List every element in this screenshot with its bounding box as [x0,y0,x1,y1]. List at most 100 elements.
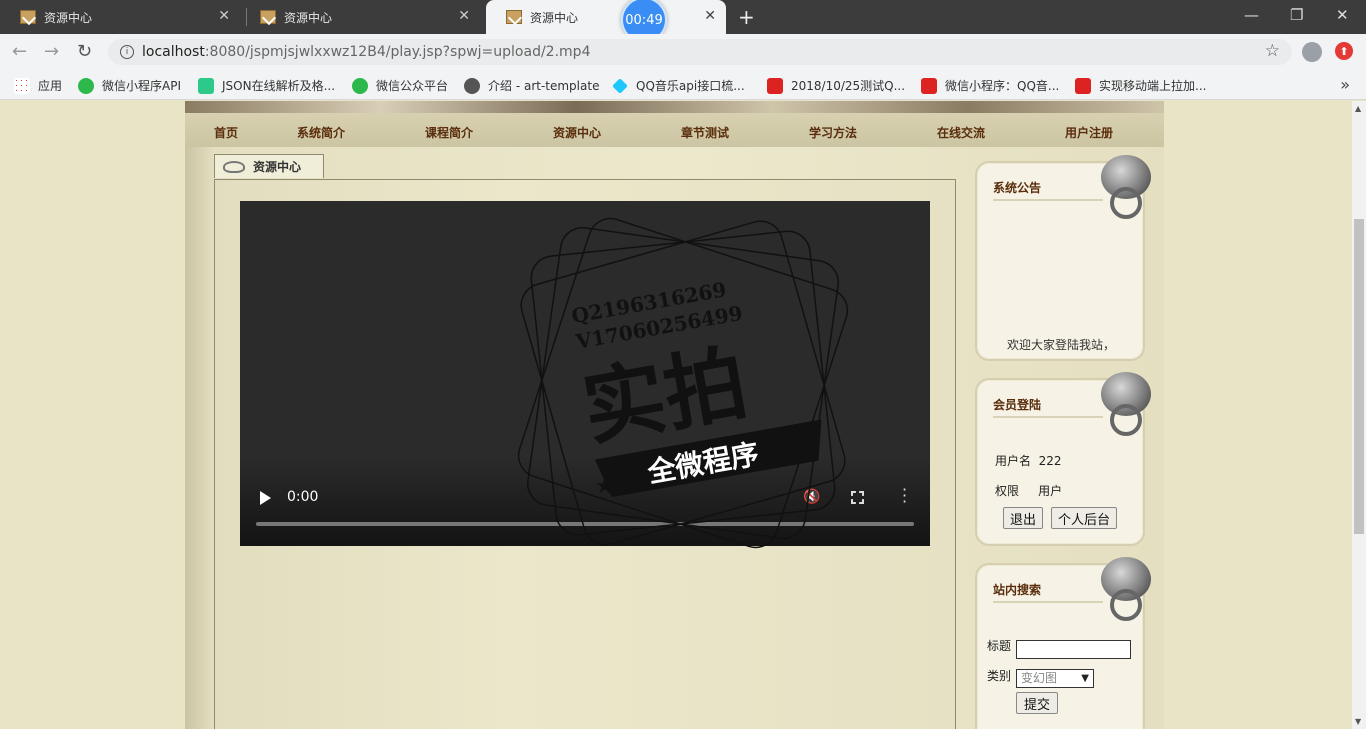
search-panel: 站内搜索 标题 类别 变幻图 ▼ 提交 [975,557,1151,729]
globe-icon [464,77,480,94]
close-icon[interactable]: ✕ [218,8,230,24]
restore-icon[interactable]: ❐ [1290,6,1303,24]
search-title: 站内搜索 [993,581,1103,603]
nav-home[interactable]: 首页 [214,124,238,141]
forward-arrow-icon[interactable]: → [44,41,59,62]
nav-register[interactable]: 用户注册 [1065,124,1113,141]
bookmark-item[interactable]: JSON在线解析及格... [198,77,335,94]
bookmark-apps[interactable]: 应用 [14,77,62,94]
content-panel: 0:00 🔇 · · · [214,179,956,729]
extension-icon[interactable]: ⬆ [1335,42,1353,60]
role-label: 权限 [995,484,1020,498]
apps-grid-icon [14,77,30,94]
profile-button[interactable]: 个人后台 [1051,507,1117,529]
search-category-select[interactable]: 变幻图 ▼ [1016,669,1094,688]
browser-tab-2[interactable]: 资源中心 ✕ [240,0,480,34]
content-section-title: 资源中心 [253,160,302,174]
bookmark-item[interactable]: 2018/10/25测试Q... [767,77,905,94]
username-row: 用户名 222 [995,452,1062,469]
wechat-icon [352,77,368,94]
volume-icon[interactable]: 🔇 [803,489,820,505]
category-selected-value: 变幻图 [1021,671,1058,685]
nav-chapter-test[interactable]: 章节测试 [681,124,729,141]
tab-title: 资源中心 [530,10,579,25]
chevron-down-icon: ▼ [1081,673,1089,684]
wechat-icon [78,77,94,94]
video-player[interactable]: 0:00 🔇 · · · [240,201,930,546]
bookmark-item[interactable]: 微信小程序：QQ音... [921,77,1059,94]
reload-icon[interactable]: ↻ [77,41,92,62]
nav-resources[interactable]: 资源中心 [553,124,601,141]
more-options-icon[interactable]: · · · [902,482,907,510]
minimize-icon[interactable]: — [1244,6,1259,24]
logout-button[interactable]: 退出 [1003,507,1043,529]
search-submit-button[interactable]: 提交 [1016,692,1058,714]
csdn-icon [1075,77,1091,94]
username-label: 用户名 [995,454,1032,468]
close-icon[interactable]: ✕ [704,8,716,24]
scroll-up-icon[interactable]: ▲ [1355,104,1361,113]
bookmark-item[interactable]: 介绍 - art-template [464,77,599,94]
notice-title: 系统公告 [993,179,1103,201]
csdn-icon [767,77,783,94]
browser-tab-bar: 资源中心 ✕ 资源中心 ✕ 资源中心 ✕ 00:49 + — ❐ ✕ [0,0,1366,43]
nav-system-intro[interactable]: 系统简介 [297,124,345,141]
browser-tab-3-active[interactable]: 资源中心 ✕ [486,0,726,34]
nav-course-intro[interactable]: 课程简介 [425,124,473,141]
bookmark-item[interactable]: 微信公众平台 [352,77,448,94]
main-nav: 首页 系统简介 课程简介 资源中心 章节测试 学习方法 在线交流 用户注册 [185,113,1164,147]
notice-panel: 系统公告 欢迎大家登陆我站， [975,155,1151,361]
page-viewport: 首页 系统简介 课程简介 资源中心 章节测试 学习方法 在线交流 用户注册 资源… [0,101,1352,729]
scroll-down-icon[interactable]: ▼ [1355,717,1361,726]
door-knocker-icon [1101,372,1151,440]
door-knocker-icon [1101,155,1151,223]
url-input[interactable]: i localhost:8080/jspmjsjwlxxwz12B4/play.… [108,39,1292,65]
search-category-label: 类别 [987,669,1012,683]
window-close-icon[interactable]: ✕ [1336,6,1349,24]
bookmark-item[interactable]: 实现移动端上拉加... [1075,77,1206,94]
search-title-label: 标题 [987,639,1012,653]
notice-text: 欢迎大家登陆我站， [1007,338,1116,352]
tab-title: 资源中心 [284,10,333,25]
url-path: :8080/jspmjsjwlxxwz12B4/play.jsp?spwj=up… [204,44,591,60]
qq-music-icon [612,77,628,94]
csdn-icon [921,77,937,94]
video-progress-bar[interactable] [256,522,914,526]
cloud-icon [223,160,245,173]
door-knocker-icon [1101,557,1151,625]
bookmarks-bar: 应用 微信小程序API JSON在线解析及格... 微信公众平台 介绍 - ar… [0,70,1366,100]
site-container: 首页 系统简介 课程简介 资源中心 章节测试 学习方法 在线交流 用户注册 资源… [185,101,1164,729]
bookmark-star-icon[interactable]: ☆ [1265,41,1280,61]
page-favicon-icon [260,10,276,24]
search-title-input[interactable] [1016,640,1131,659]
role-value: 用户 [1038,484,1063,498]
json-icon [198,77,214,94]
site-info-icon[interactable]: i [120,45,134,59]
profile-avatar[interactable] [1302,42,1322,62]
url-host: localhost [142,44,205,60]
nav-online-chat[interactable]: 在线交流 [937,124,985,141]
more-bookmarks-icon[interactable]: » [1340,75,1350,94]
play-icon[interactable] [260,491,271,505]
page-favicon-icon [506,10,522,24]
browser-tab-1[interactable]: 资源中心 ✕ [0,0,240,34]
login-panel: 会员登陆 用户名 222 权限 用户 退出 个人后台 [975,372,1151,546]
login-title: 会员登陆 [993,396,1103,418]
page-favicon-icon [20,10,36,24]
bookmark-item[interactable]: QQ音乐api接口梳... [612,77,745,94]
role-row: 权限 用户 [995,482,1062,499]
back-arrow-icon[interactable]: ← [12,41,27,62]
username-value: 222 [1038,454,1062,468]
scrollbar-thumb[interactable] [1354,219,1364,534]
tab-title: 资源中心 [44,10,93,25]
fullscreen-icon[interactable] [851,491,864,504]
nav-study-method[interactable]: 学习方法 [809,124,857,141]
banner-image [185,101,1164,113]
new-tab-icon[interactable]: + [738,5,755,29]
video-controls-shade [240,456,930,546]
page-scrollbar[interactable]: ▲ ▼ [1352,101,1366,729]
address-bar-row: ← → ↻ i localhost:8080/jspmjsjwlxxwz12B4… [0,34,1366,70]
close-icon[interactable]: ✕ [458,8,470,24]
bookmark-item[interactable]: 微信小程序API [78,77,181,94]
video-time: 0:00 [287,489,319,505]
